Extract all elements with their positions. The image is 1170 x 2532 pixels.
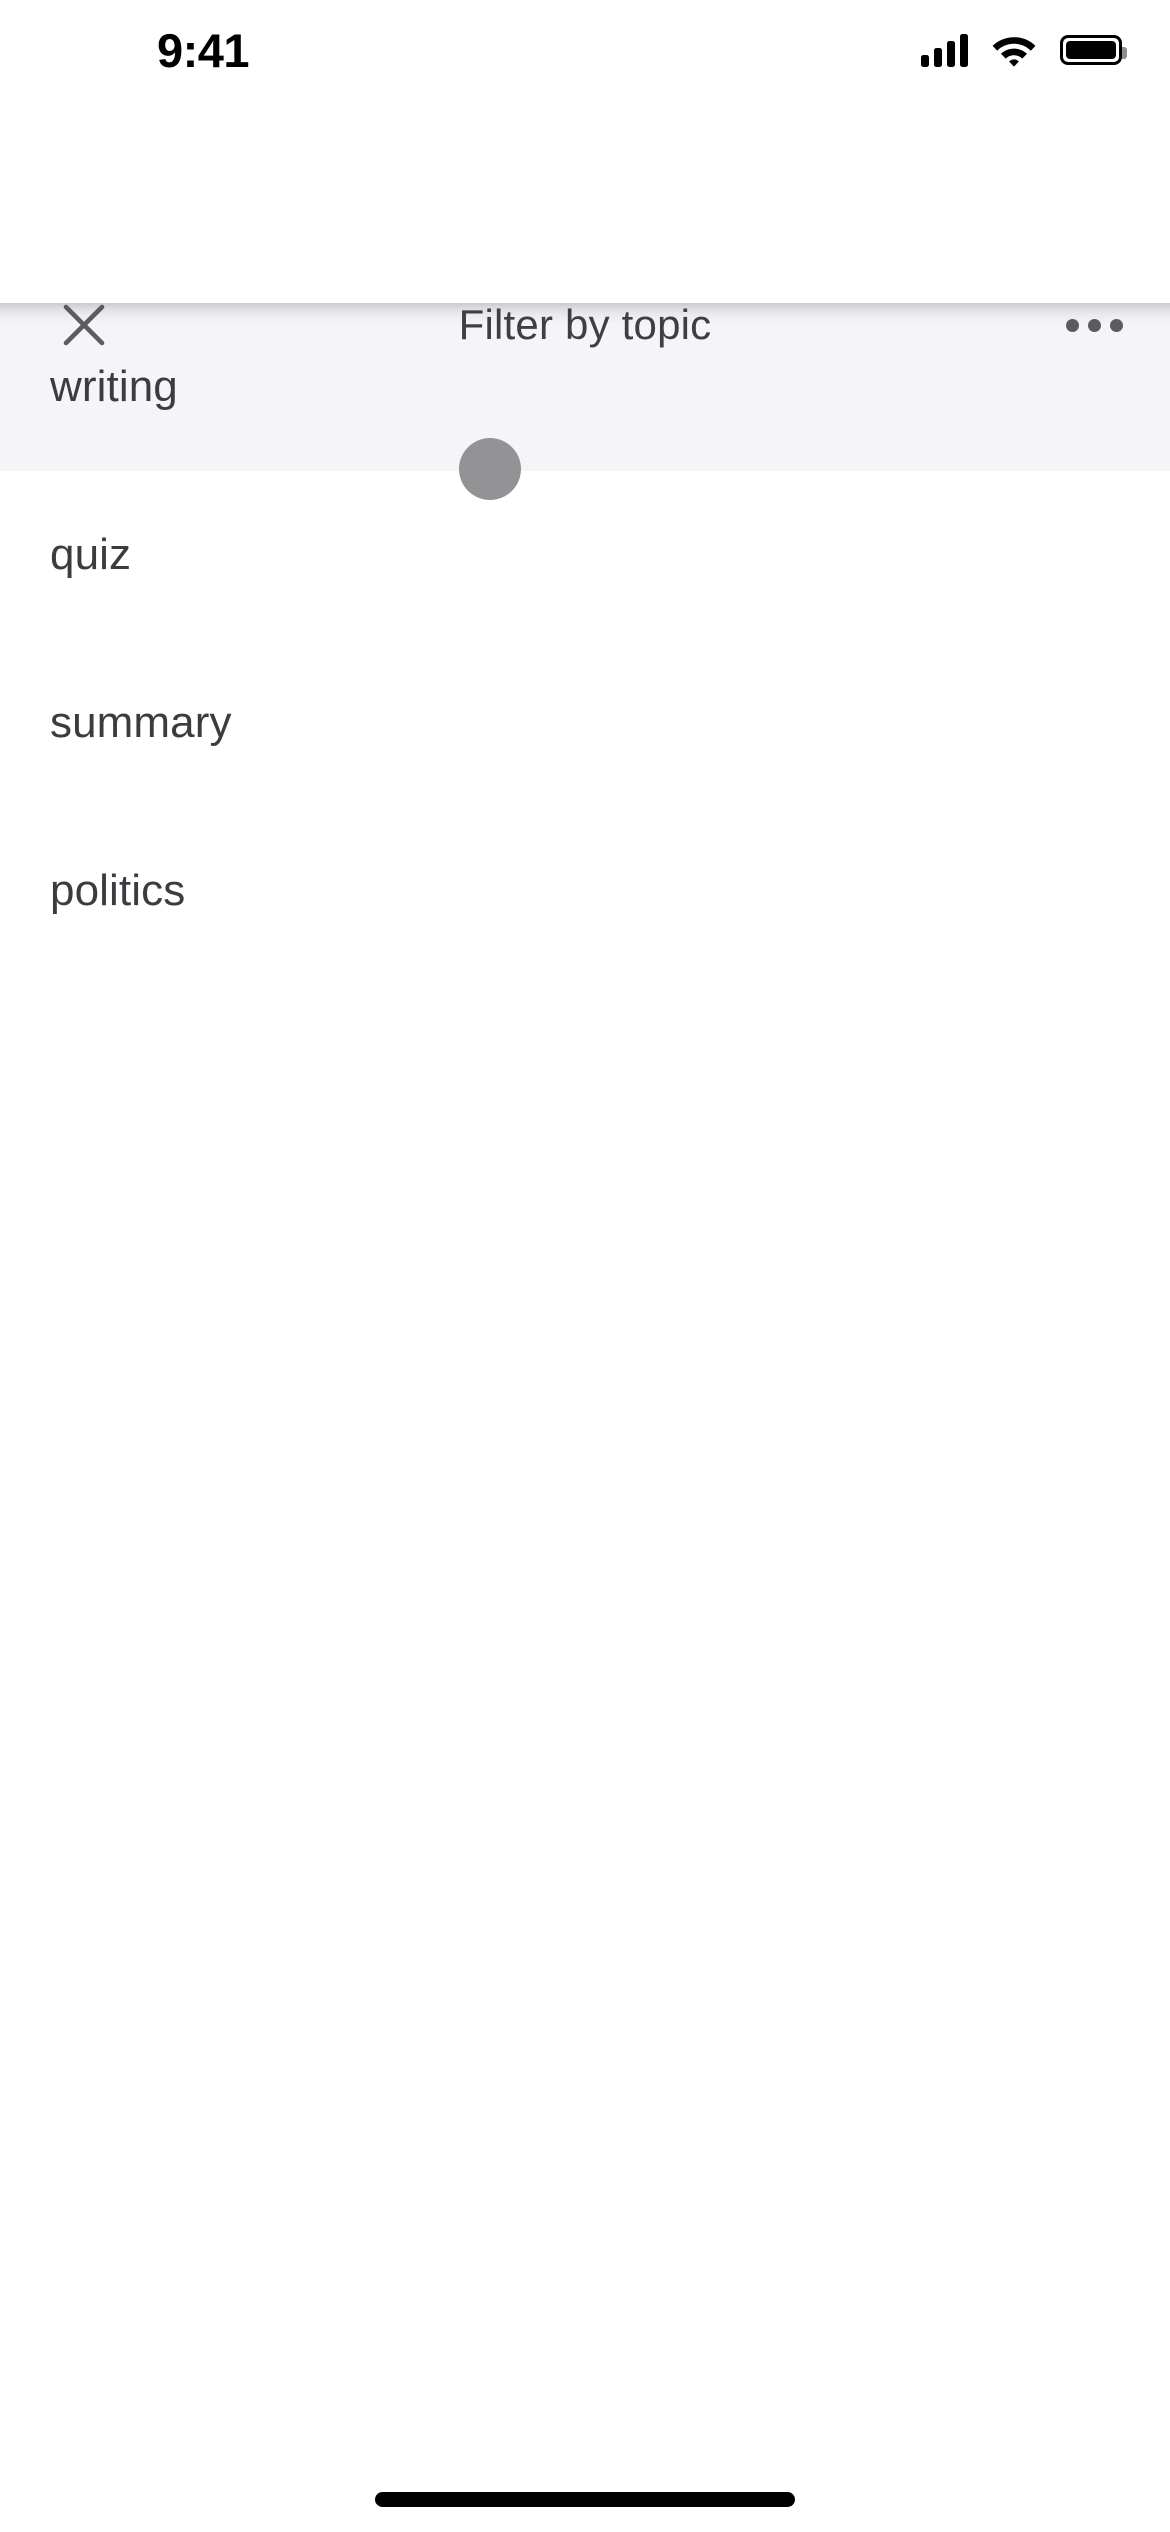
phone-screen: 9:41 Filter by topic writing quiz summar… xyxy=(0,0,1170,2532)
page-title: Filter by topic xyxy=(458,301,712,348)
topic-list-item-summary[interactable]: summary xyxy=(0,639,1170,807)
topic-label: quiz xyxy=(50,530,132,579)
topic-label: writing xyxy=(50,362,178,411)
topic-label: summary xyxy=(50,698,232,747)
home-indicator[interactable] xyxy=(375,2492,795,2507)
overflow-menu-button[interactable] xyxy=(1056,296,1132,354)
cellular-signal-icon xyxy=(921,33,968,67)
status-bar-indicators xyxy=(921,28,1127,72)
overflow-menu-icon xyxy=(1087,318,1101,332)
topic-list-item-quiz[interactable]: quiz xyxy=(0,471,1170,639)
topic-list-item-politics[interactable]: politics xyxy=(0,807,1170,975)
home-indicator-area xyxy=(0,2464,1170,2532)
overflow-menu-icon xyxy=(1109,318,1123,332)
status-bar: 9:41 xyxy=(0,0,1170,100)
wifi-icon xyxy=(992,34,1036,67)
app-bar: Filter by topic xyxy=(0,100,1170,348)
topic-list: writing quiz summary politics xyxy=(0,303,1170,2483)
status-bar-time: 9:41 xyxy=(156,23,250,77)
battery-icon xyxy=(1060,35,1127,65)
topic-label: politics xyxy=(50,866,186,915)
overflow-menu-icon xyxy=(1065,318,1079,332)
